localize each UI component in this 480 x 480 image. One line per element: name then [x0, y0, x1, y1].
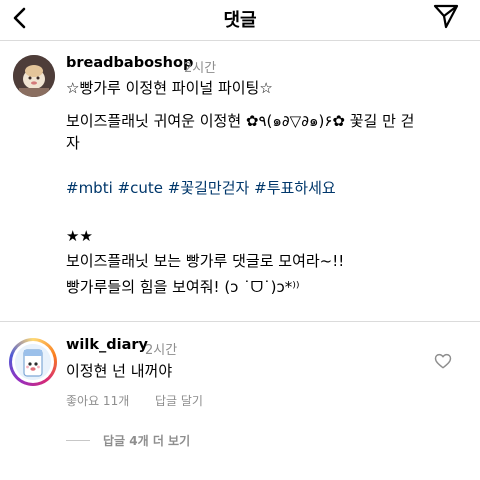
reply-thread-line [66, 440, 90, 441]
avatar[interactable] [13, 55, 55, 97]
comment-time: 2시간 [145, 343, 178, 358]
comment-username[interactable]: wilk_diary [66, 337, 148, 353]
post-username[interactable]: breadbaboshop [66, 55, 193, 71]
comment-text: 이정현 넌 내꺼야 [66, 362, 173, 380]
hashtag-mbti[interactable]: #mbti [66, 179, 113, 197]
caption-line-5: 빵가루들의 힘을 보여줘! (ɔ ˙ᗜ˙)ɔ*⁾⁾ [66, 278, 300, 296]
post-divider [0, 321, 480, 322]
likes-count[interactable]: 좋아요 11개 [66, 392, 129, 409]
heart-icon[interactable] [434, 352, 452, 370]
bread-character-image [13, 55, 55, 97]
hashtag-cute[interactable]: #cute [118, 179, 163, 197]
comment-avatar[interactable] [9, 338, 57, 386]
caption-line-4: 보이즈플래닛 보는 빵가루 댓글로 모여라~!! [66, 252, 345, 270]
milk-character-image [15, 344, 51, 380]
view-replies-button[interactable]: 답글 4개 더 보기 [103, 432, 190, 449]
reply-button[interactable]: 답글 달기 [155, 392, 203, 409]
stars-text: ★★ [66, 227, 93, 245]
header-divider [0, 40, 480, 41]
caption-line-3: 자 [66, 134, 80, 152]
header: 댓글 [0, 0, 480, 40]
caption-line-1: ☆빵가루 이정현 파이널 파이팅☆ [66, 79, 273, 97]
page-title: 댓글 [223, 10, 257, 31]
hashtag-row: #mbti #cute #꽃길만걷자 #투표하세요 [66, 177, 336, 198]
hashtag-vote[interactable]: #투표하세요 [254, 179, 336, 197]
post-time: 2시간 [184, 61, 217, 76]
paper-plane-icon[interactable] [432, 2, 460, 30]
hashtag-kkotgil[interactable]: #꽃길만걷자 [168, 179, 250, 197]
caption-line-2: 보이즈플래닛 귀여운 이정현 ✿٩(๑∂▽∂๑)۶✿ 꽃길 만 걷 [66, 112, 415, 130]
